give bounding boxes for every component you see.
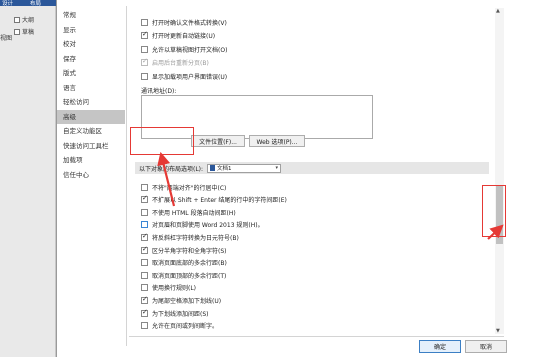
option-label: 不使用 HTML 段落自动间距(H) (152, 209, 236, 217)
option-row[interactable]: 取消页面底部的多余行距(B) (141, 258, 227, 268)
option-label: 将反斜杠字符转换为日元符号(B) (152, 234, 239, 242)
option-row[interactable]: 取消页面顶部的多余行距(T) (141, 270, 226, 280)
option-checkbox[interactable] (141, 284, 148, 292)
option-label: 对页眉和页脚使用 Word 2013 规则(H)。 (152, 222, 264, 230)
scrollbar-highlight (482, 185, 506, 237)
nav-item[interactable]: 信任中心 (57, 168, 125, 183)
footer-divider (129, 336, 504, 337)
option-row[interactable]: 显示加载项用户界面错误(U) (141, 71, 227, 81)
nav-item[interactable]: 保存 (57, 52, 125, 67)
nav-item[interactable]: 校对 (57, 37, 125, 52)
option-checkbox[interactable] (141, 259, 148, 267)
option-label: 显示加载项用户界面错误(U) (152, 73, 228, 81)
option-checkbox[interactable] (141, 232, 148, 241)
advanced-options-panel: 打开时确认文件格式转换(V) 打开时更新自动链接(U) 允许以草稿视图打开文档(O)… (129, 6, 494, 336)
layout-document-select[interactable]: 文档1 ▾ (207, 163, 282, 173)
option-checkbox[interactable] (141, 221, 148, 229)
ok-button[interactable]: 确定 (419, 340, 461, 353)
option-row[interactable]: 使用换行规则(L) (141, 283, 196, 293)
option-row[interactable]: 为下划线添加间距(S) (141, 308, 209, 318)
nav-item[interactable]: 语言 (57, 81, 125, 96)
file-locations-highlight (130, 127, 194, 155)
nav-item[interactable]: 轻松访问 (57, 95, 125, 110)
option-label: 打开时更新自动链接(U) (152, 33, 216, 40)
option-row[interactable]: 为尾部空格添加下划线(U) (141, 295, 221, 305)
nav-item[interactable]: 高级 (57, 109, 125, 124)
option-checkbox[interactable] (141, 295, 148, 304)
vertical-scrollbar[interactable]: ▲ ▼ (495, 8, 504, 334)
option-row[interactable]: 允许在页间或列间断字。 (141, 321, 218, 331)
option-label: 打开时确认文件格式转换(V) (152, 19, 227, 27)
option-row[interactable]: 不将"两端对齐"的行居中(C) (141, 182, 226, 192)
option-label: 不将"两端对齐"的行居中(C) (152, 184, 227, 192)
document-icon (210, 165, 216, 171)
draft-view-item[interactable]: 草稿 (14, 27, 34, 36)
option-checkbox[interactable] (141, 18, 148, 26)
chevron-down-icon: ▾ (275, 164, 279, 171)
option-row[interactable]: 将反斜杠字符转换为日元符号(B) (141, 232, 239, 242)
draft-icon (14, 28, 20, 35)
option-label: 不扩展以 Shift + Enter 结尾的行中的字符间距(E) (152, 197, 287, 205)
option-row[interactable]: 对页眉和页脚使用 Word 2013 规则(H)。 (141, 220, 264, 230)
cancel-button[interactable]: 取消 (465, 340, 507, 353)
outline-view-item[interactable]: 大纲 (14, 15, 34, 24)
option-row[interactable]: 不使用 HTML 段落自动间距(H) (141, 207, 236, 217)
word-options-dialog: 常规 显示 校对 保存 版式 语言 轻松访问 高级 自定义功能区 快速访问工具栏 加载项 信任中心 打… (56, 0, 513, 357)
option-label: 允许以草稿视图打开文档(O) (152, 46, 228, 54)
option-row[interactable]: 允许以草稿视图打开文档(O) (141, 44, 227, 54)
nav-item[interactable]: 快速访问工具栏 (57, 139, 125, 154)
outline-icon (14, 16, 20, 23)
option-label: 为下划线添加间距(S) (152, 310, 209, 318)
option-checkbox[interactable] (141, 208, 148, 216)
views-group-label: 视图 (0, 35, 13, 42)
nav-item[interactable]: 自定义功能区 (57, 124, 125, 139)
option-label: 启用后台重新分页(B) (152, 60, 209, 67)
options-nav: 常规 显示 校对 保存 版式 语言 轻松访问 高级 自定义功能区 快速访问工具栏 加载项 信任中心 (57, 8, 125, 182)
word-background-pane: 大纲 草稿 视图 (0, 6, 56, 357)
option-row[interactable]: 区分半角字符和全角字符(S) (141, 245, 227, 255)
option-label: 为尾部空格添加下划线(U) (152, 297, 222, 305)
nav-item[interactable]: 常规 (57, 8, 125, 23)
option-checkbox[interactable] (141, 322, 148, 330)
option-label: 使用换行规则(L) (152, 285, 197, 293)
file-locations-button[interactable]: 文件位置(F)... (191, 135, 245, 147)
option-checkbox[interactable] (141, 45, 148, 53)
layout-options-label: 以下对象的布局选项(L): (139, 165, 204, 173)
option-checkbox[interactable] (141, 308, 148, 317)
option-label: 允许在页间或列间断字。 (152, 323, 219, 331)
scroll-down-icon[interactable]: ▼ (496, 328, 500, 334)
nav-item[interactable]: 版式 (57, 66, 125, 81)
nav-item[interactable]: 显示 (57, 23, 125, 38)
option-checkbox[interactable] (141, 245, 148, 254)
layout-options-section: 以下对象的布局选项(L): 文档1 ▾ (135, 162, 489, 174)
option-checkbox[interactable] (141, 72, 148, 80)
nav-item[interactable]: 加载项 (57, 153, 125, 168)
scroll-up-icon[interactable]: ▲ (496, 8, 500, 14)
web-options-button[interactable]: Web 选项(P)... (249, 135, 305, 147)
option-checkbox[interactable] (141, 271, 148, 279)
option-row[interactable]: 打开时确认文件格式转换(V) (141, 17, 227, 27)
nav-divider (126, 6, 127, 346)
option-label: 取消页面顶部的多余行距(T) (152, 272, 227, 280)
option-label: 区分半角字符和全角字符(S) (152, 247, 227, 255)
option-label: 取消页面底部的多余行距(B) (152, 260, 227, 268)
option-checkbox[interactable] (141, 30, 148, 39)
option-checkbox[interactable] (141, 57, 148, 66)
mailing-address-label: 通讯地址(D): (141, 88, 177, 95)
option-checkbox[interactable] (141, 183, 148, 191)
option-row[interactable]: 启用后台重新分页(B) (141, 57, 209, 68)
option-row[interactable]: 不扩展以 Shift + Enter 结尾的行中的字符间距(E) (141, 194, 287, 205)
option-row[interactable]: 打开时更新自动链接(U) (141, 30, 216, 41)
option-checkbox[interactable] (141, 194, 148, 204)
